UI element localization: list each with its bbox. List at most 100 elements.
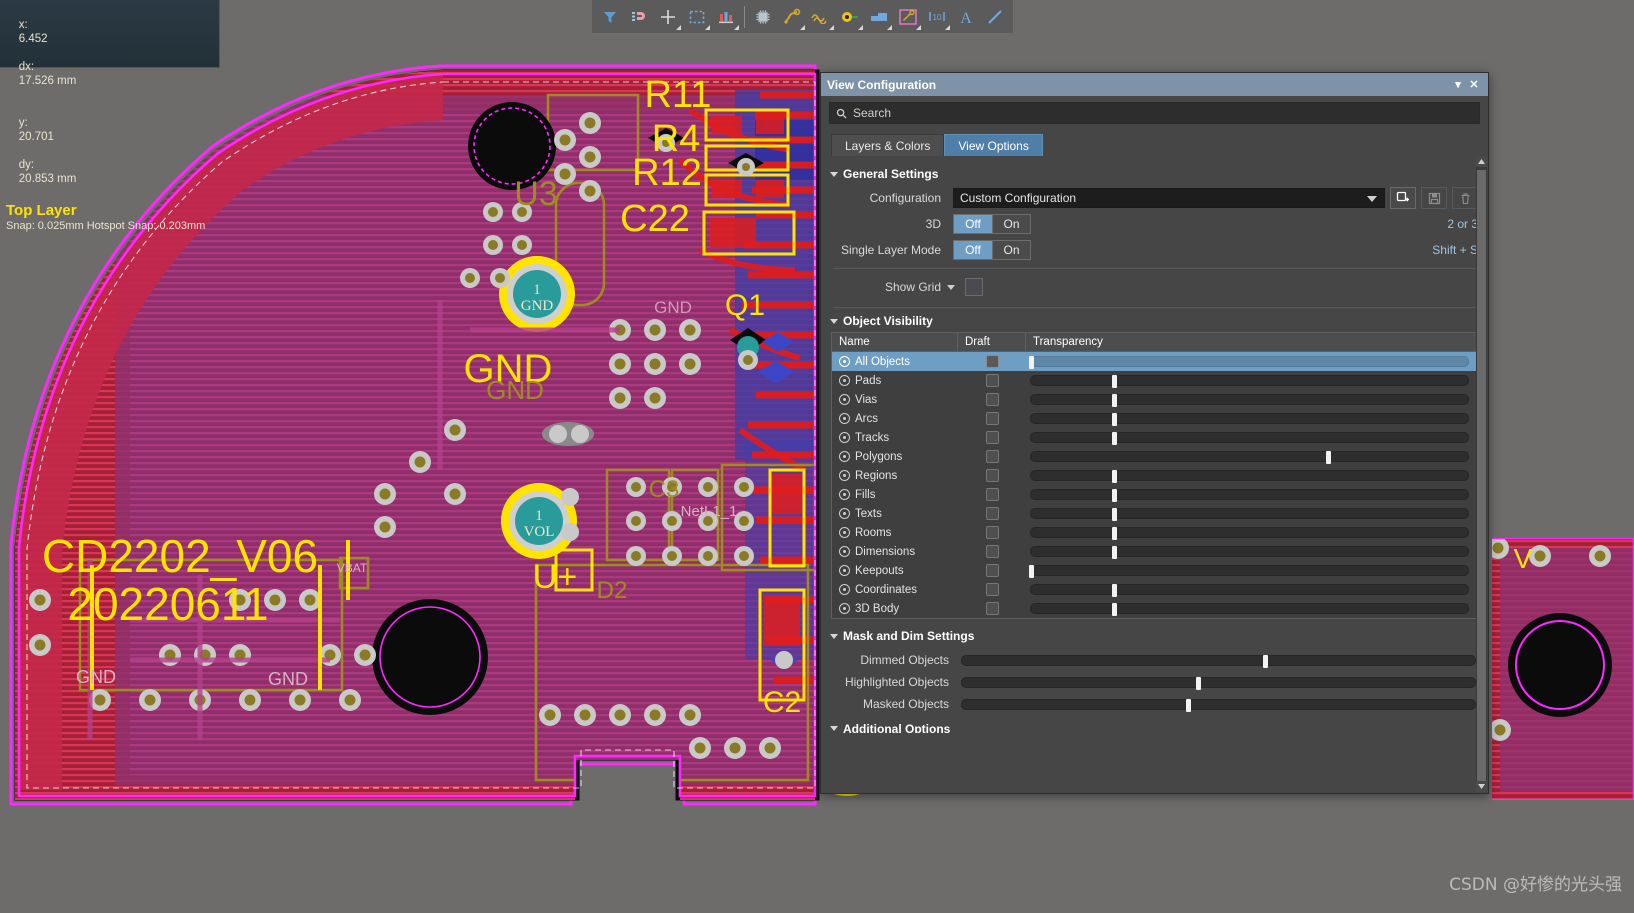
polygon-pour-icon[interactable] xyxy=(865,3,893,31)
visibility-eye-icon[interactable] xyxy=(839,584,850,595)
silkscreen-designator[interactable]: C3 xyxy=(649,476,680,503)
draft-checkbox[interactable] xyxy=(985,583,999,596)
snap-magnet-icon[interactable] xyxy=(625,3,653,31)
object-visibility-name-cell[interactable]: Pads xyxy=(832,375,958,387)
object-visibility-name-cell[interactable]: Arcs xyxy=(832,413,958,425)
object-visibility-row[interactable]: Tracks xyxy=(832,428,1477,447)
transparency-cell[interactable] xyxy=(1026,432,1477,445)
object-visibility-row[interactable]: Dimensions xyxy=(832,542,1477,561)
collapse-triangle-icon[interactable] xyxy=(830,318,838,324)
silkscreen-designator[interactable]: U+ xyxy=(533,558,577,596)
object-visibility-name-cell[interactable]: 3D Body xyxy=(832,603,958,615)
transparency-cell[interactable] xyxy=(1026,527,1477,540)
draft-cell[interactable] xyxy=(958,507,1026,520)
transparency-slider-knob[interactable] xyxy=(1029,356,1034,369)
draft-checkbox[interactable] xyxy=(985,374,999,387)
crosshair-icon[interactable] xyxy=(654,3,682,31)
transparency-slider-knob[interactable] xyxy=(1112,375,1118,388)
close-icon[interactable]: ✕ xyxy=(1466,78,1482,91)
visibility-eye-icon[interactable] xyxy=(839,508,850,519)
visibility-eye-icon[interactable] xyxy=(839,356,850,367)
draft-checkbox[interactable] xyxy=(985,488,999,501)
transparency-slider[interactable] xyxy=(1029,565,1469,578)
via-icon[interactable] xyxy=(836,3,864,31)
silkscreen-designator[interactable]: R12 xyxy=(632,152,702,194)
differential-pair-icon[interactable] xyxy=(807,3,835,31)
chevron-down-icon[interactable]: ▾ xyxy=(1450,78,1466,91)
draft-checkbox[interactable] xyxy=(985,564,999,577)
draft-checkbox[interactable] xyxy=(985,507,999,520)
transparency-slider[interactable] xyxy=(1030,432,1469,445)
transparency-slider[interactable] xyxy=(1030,394,1469,407)
panel-scrollbar[interactable] xyxy=(1476,156,1487,792)
object-visibility-row[interactable]: Polygons xyxy=(832,447,1477,466)
silkscreen-designator[interactable]: VBAT xyxy=(337,561,368,575)
object-visibility-name-cell[interactable]: All Objects xyxy=(832,356,958,368)
visibility-eye-icon[interactable] xyxy=(839,603,850,614)
draft-checkbox[interactable] xyxy=(985,412,999,425)
draft-cell[interactable] xyxy=(958,412,1026,425)
transparency-slider-knob[interactable] xyxy=(1112,413,1118,426)
draft-cell[interactable] xyxy=(958,583,1026,596)
draft-checkbox[interactable] xyxy=(985,602,999,615)
object-visibility-row[interactable]: Pads xyxy=(832,371,1477,390)
mask-dim-slider[interactable] xyxy=(961,654,1476,668)
transparency-cell[interactable] xyxy=(1026,508,1477,521)
transparency-slider-knob[interactable] xyxy=(1029,565,1034,578)
transparency-slider[interactable] xyxy=(1030,413,1469,426)
collapse-triangle-icon[interactable] xyxy=(830,726,838,731)
object-visibility-row[interactable]: Vias xyxy=(832,390,1477,409)
object-visibility-name-cell[interactable]: Regions xyxy=(832,470,958,482)
transparency-slider[interactable] xyxy=(1030,546,1469,559)
mask-and-dim-rows[interactable]: Dimmed Objects Highlighted Objects Masked … xyxy=(821,649,1488,715)
scroll-up-button[interactable] xyxy=(1476,156,1487,167)
transparency-cell[interactable] xyxy=(1026,584,1477,597)
object-visibility-name-cell[interactable]: Keepouts xyxy=(832,565,958,577)
transparency-slider-knob[interactable] xyxy=(1112,470,1118,483)
object-visibility-row[interactable]: Fills xyxy=(832,485,1477,504)
route-trace-icon[interactable] xyxy=(778,3,806,31)
mask-dim-slider-knob[interactable] xyxy=(1195,676,1201,690)
silkscreen-designator[interactable]: Q1 xyxy=(725,289,765,322)
object-visibility-row[interactable]: Regions xyxy=(832,466,1477,485)
object-visibility-row[interactable]: Rooms xyxy=(832,523,1477,542)
transparency-slider[interactable] xyxy=(1029,356,1469,369)
draft-cell[interactable] xyxy=(958,374,1026,387)
draft-cell[interactable] xyxy=(958,564,1026,577)
visibility-eye-icon[interactable] xyxy=(839,413,850,424)
silkscreen-designator[interactable]: 20220611 xyxy=(67,578,268,630)
filter-icon[interactable] xyxy=(596,3,624,31)
draft-checkbox[interactable] xyxy=(985,450,999,463)
transparency-slider-knob[interactable] xyxy=(1112,489,1118,502)
object-visibility-row[interactable]: All Objects xyxy=(832,352,1477,371)
silkscreen-designator[interactable]: R11 xyxy=(645,74,712,116)
object-visibility-table[interactable]: Name Draft Transparency All Objects Pads V… xyxy=(831,332,1478,619)
transparency-slider[interactable] xyxy=(1030,470,1469,483)
object-visibility-header[interactable]: Object Visibility xyxy=(830,314,1488,328)
transparency-cell[interactable] xyxy=(1026,451,1477,464)
draft-cell[interactable] xyxy=(958,393,1026,406)
transparency-slider-knob[interactable] xyxy=(1112,603,1118,616)
configuration-row[interactable]: Configuration Custom Configuration xyxy=(821,185,1488,211)
visibility-eye-icon[interactable] xyxy=(839,527,850,538)
silkscreen-designator[interactable]: NetL1_1 xyxy=(681,503,738,520)
mask-dim-slider-knob[interactable] xyxy=(1185,698,1191,712)
transparency-slider-knob[interactable] xyxy=(1112,432,1118,445)
transparency-slider[interactable] xyxy=(1030,584,1469,597)
dimension-icon[interactable] xyxy=(894,3,922,31)
object-visibility-name-cell[interactable]: Coordinates xyxy=(832,584,958,596)
transparency-slider[interactable] xyxy=(1030,603,1469,616)
visibility-eye-icon[interactable] xyxy=(839,565,850,576)
transparency-cell[interactable] xyxy=(1026,375,1477,388)
object-visibility-name-cell[interactable]: Dimensions xyxy=(832,546,958,558)
draft-cell[interactable] xyxy=(958,469,1026,482)
transparency-cell[interactable] xyxy=(1026,603,1477,616)
layer-stack-icon[interactable] xyxy=(712,3,740,31)
draft-checkbox[interactable] xyxy=(985,355,999,368)
transparency-slider[interactable] xyxy=(1030,508,1469,521)
visibility-eye-icon[interactable] xyxy=(839,432,850,443)
visibility-eye-icon[interactable] xyxy=(839,451,850,462)
transparency-cell[interactable] xyxy=(1026,413,1477,426)
scroll-down-button[interactable] xyxy=(1476,781,1487,792)
transparency-slider-knob[interactable] xyxy=(1326,451,1332,464)
